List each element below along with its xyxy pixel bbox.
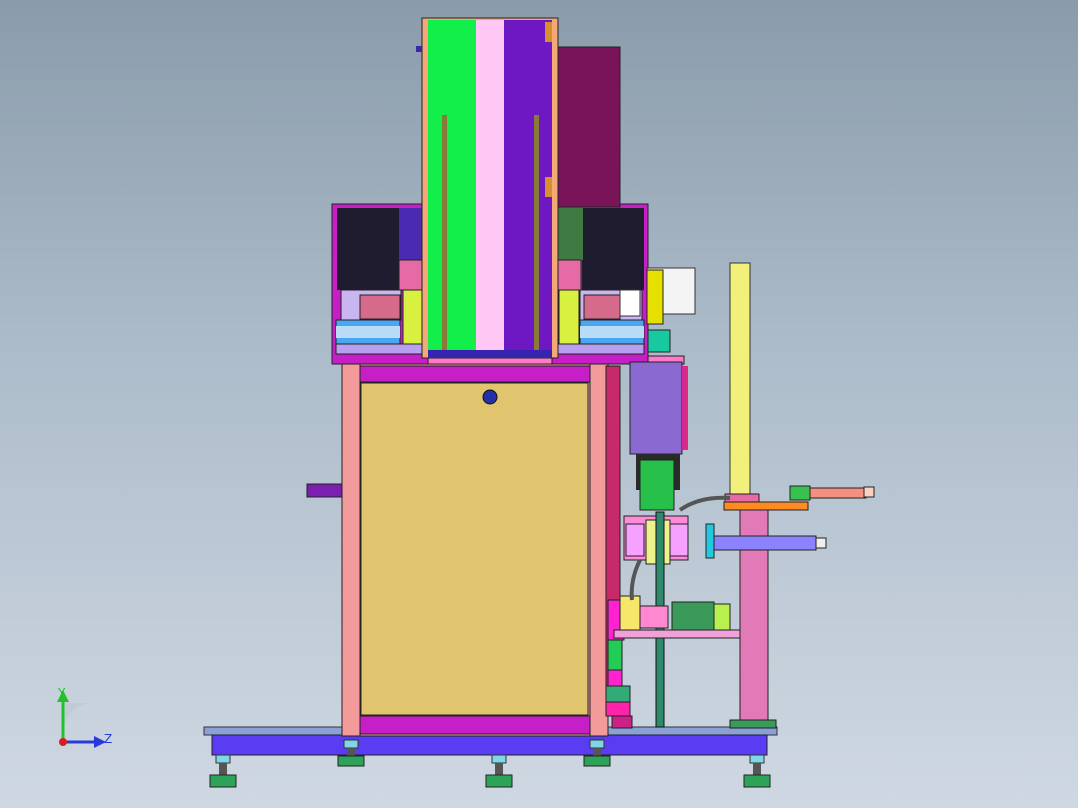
cad-viewport[interactable]: Y Z [0, 0, 1078, 808]
axis-triad: Y Z [40, 680, 130, 760]
cabinet-door [360, 382, 589, 716]
z-axis-label: Z [104, 732, 113, 746]
triad-arc [63, 703, 93, 733]
leveling-foot [485, 754, 513, 788]
origin-dot [59, 738, 67, 746]
y-axis-label: Y [58, 686, 66, 700]
rear-tower [555, 46, 621, 208]
right-hopper [551, 203, 649, 365]
feed-column [416, 17, 559, 359]
leveling-foot [209, 754, 237, 788]
side-shaft [306, 483, 344, 498]
left-hopper [331, 203, 429, 365]
machine-assembly-model [203, 17, 875, 788]
door-knob [482, 389, 498, 405]
leveling-foot [743, 754, 771, 788]
